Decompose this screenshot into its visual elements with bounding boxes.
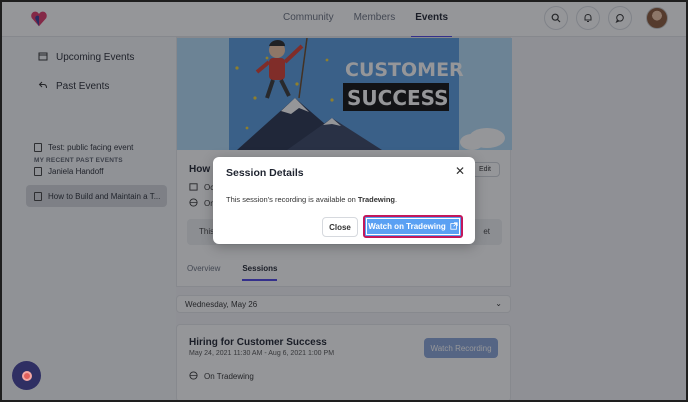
modal-body-bold: Tradewing [357,195,396,204]
session-details-modal: Session Details ✕ This session's recordi… [213,157,475,244]
external-link-icon [450,221,458,232]
modal-body-suffix: . [395,195,398,204]
chat-dot-icon [21,370,32,381]
watch-button-label: Watch on Tradewing [368,222,446,231]
close-icon[interactable]: ✕ [455,164,465,178]
close-button[interactable]: Close [322,217,358,237]
watch-on-tradewing-button[interactable]: Watch on Tradewing [363,215,463,238]
modal-title: Session Details [226,167,304,179]
help-chat-bubble[interactable] [12,361,41,390]
modal-body-text: This session's recording is available on [226,195,358,204]
modal-body: This session's recording is available on… [226,195,397,204]
